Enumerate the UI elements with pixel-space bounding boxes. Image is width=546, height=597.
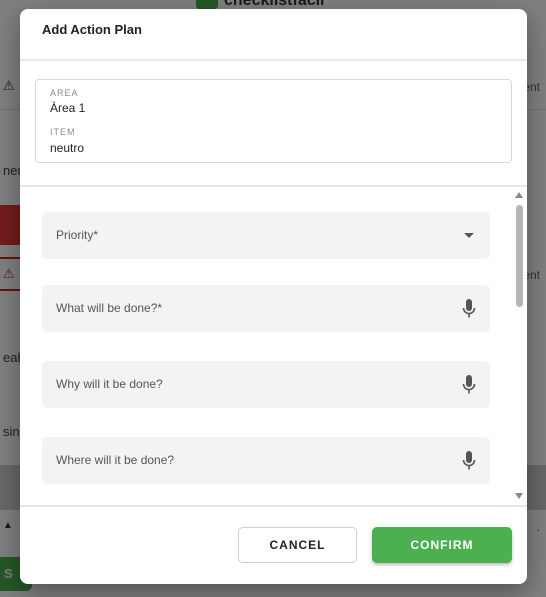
divider: [20, 505, 527, 507]
scrollbar-thumb[interactable]: [516, 205, 523, 307]
dialog-title: Add Action Plan: [42, 22, 142, 37]
divider: [20, 59, 527, 61]
where-field[interactable]: Where will it be done?: [42, 437, 490, 484]
what-field[interactable]: What will be done?*: [42, 285, 490, 332]
scroll-down-icon[interactable]: [515, 493, 523, 499]
microphone-icon[interactable]: [462, 299, 476, 319]
where-label: Where will it be done?: [56, 453, 175, 467]
area-item-card: AREA Àrea 1 ITEM neutro: [35, 79, 512, 163]
why-field[interactable]: Why will it be done?: [42, 361, 490, 408]
form-scroll-area[interactable]: Priority* What will be done?* Why will i…: [20, 187, 527, 505]
scroll-up-icon[interactable]: [515, 192, 523, 198]
add-action-plan-dialog: Add Action Plan AREA Àrea 1 ITEM neutro …: [20, 9, 527, 584]
microphone-icon[interactable]: [462, 375, 476, 395]
cancel-button[interactable]: CANCEL: [238, 527, 357, 563]
item-label: ITEM: [50, 127, 76, 137]
area-value: Àrea 1: [50, 101, 86, 115]
area-label: AREA: [50, 88, 79, 98]
microphone-icon[interactable]: [462, 451, 476, 471]
priority-select[interactable]: Priority*: [42, 212, 490, 259]
priority-label: Priority*: [56, 228, 99, 242]
why-label: Why will it be done?: [56, 377, 163, 391]
item-value: neutro: [50, 141, 85, 155]
chevron-down-icon: [464, 233, 474, 238]
confirm-button[interactable]: CONFIRM: [372, 527, 512, 563]
what-label: What will be done?*: [56, 301, 163, 315]
